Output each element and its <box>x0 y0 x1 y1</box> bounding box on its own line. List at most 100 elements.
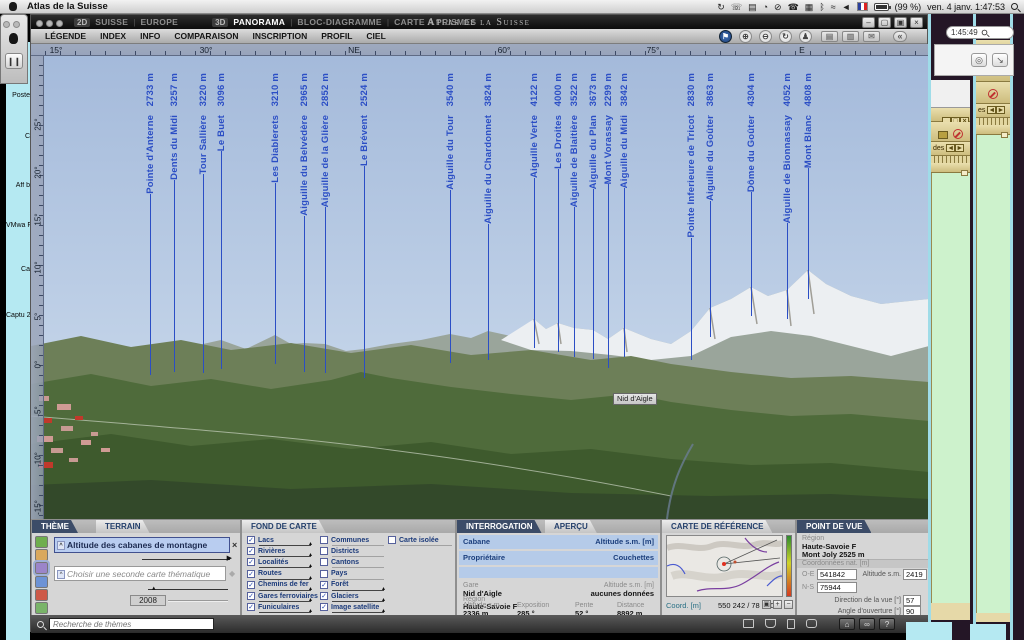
desktop-icon-label[interactable]: Poste <box>6 92 30 99</box>
traffic-dot-icon[interactable] <box>3 21 10 28</box>
menu-ciel[interactable]: CIEL <box>366 31 385 41</box>
reference-minimap[interactable] <box>666 535 783 597</box>
zoom-traffic-icon[interactable] <box>56 20 63 27</box>
second-theme-select[interactable]: ^ Choisir une seconde carte thématique <box>54 566 226 581</box>
layer-opacity-slider[interactable]: ▴ <box>332 601 384 602</box>
restore-button[interactable]: ▣ <box>894 17 907 28</box>
desktop-icon-label[interactable]: Aff b <box>6 182 30 189</box>
battery-icon[interactable] <box>874 3 889 11</box>
menu-index[interactable]: INDEX <box>100 31 126 41</box>
close-traffic-icon[interactable] <box>36 20 43 27</box>
minimize-traffic-icon[interactable] <box>46 20 53 27</box>
bg-right-arrow[interactable]: ► <box>996 106 1005 114</box>
panel-layout-icon[interactable]: ▤ <box>821 31 838 42</box>
theme-transport-icon[interactable] <box>35 589 48 601</box>
bg-record-button[interactable]: ◎ <box>971 53 987 67</box>
menu-info[interactable]: INFO <box>140 31 160 41</box>
theme-energy-icon[interactable] <box>35 602 48 614</box>
desktop-icon-label[interactable]: Ca <box>6 266 30 273</box>
checkbox-cantons[interactable] <box>320 558 328 566</box>
expander-icon[interactable]: ^ <box>57 570 65 579</box>
theme-opacity-slider[interactable]: ▶ <box>142 559 230 560</box>
theme-buildings-icon[interactable] <box>35 549 48 561</box>
phone-icon[interactable]: ☏ <box>731 2 742 12</box>
checkbox-routes[interactable]: ✓ <box>247 570 255 578</box>
document-icon[interactable] <box>787 619 795 629</box>
traffic-dot-icon[interactable] <box>13 21 20 28</box>
checkbox-for-t[interactable]: ✓ <box>320 581 328 589</box>
direction-field[interactable] <box>903 595 921 606</box>
accessibility-icon[interactable]: ⊘ <box>774 2 782 12</box>
fit-extent-button[interactable]: ▣ <box>762 600 771 609</box>
checkbox-chemins-de-fer[interactable]: ✓ <box>247 581 255 589</box>
minimize-button[interactable]: – <box>862 17 875 28</box>
layer-opacity-slider[interactable]: ▴ <box>259 556 311 557</box>
checkbox-districts[interactable] <box>320 547 328 555</box>
zoom-in-icon[interactable]: ⊕ <box>739 30 752 43</box>
checkbox-gares-ferroviaires[interactable]: ✓ <box>247 592 255 600</box>
maximize-button[interactable]: ▢ <box>878 17 891 28</box>
desktop-icon-label[interactable]: Captu 2013- <box>6 312 30 319</box>
checkbox-funiculaires[interactable]: ✓ <box>247 603 255 611</box>
checkbox-glaciers[interactable]: ✓ <box>320 592 328 600</box>
wifi-icon[interactable]: ≈ <box>831 2 836 12</box>
badge-2d[interactable]: 2D <box>74 18 90 27</box>
pause-button[interactable]: ❙❙ <box>5 53 23 69</box>
checkbox-localit-s[interactable]: ✓ <box>247 558 255 566</box>
layer-opacity-slider[interactable]: ▴ <box>259 567 311 568</box>
apple-button-icon[interactable] <box>9 33 18 44</box>
expander-icon[interactable]: ^ <box>57 541 65 550</box>
screen-share-icon[interactable]: ▦ <box>805 2 814 12</box>
bg-arrow-button[interactable]: ↘ <box>992 53 1008 67</box>
observer-icon[interactable]: ♟ <box>799 30 812 43</box>
tab-apercu[interactable]: APERÇU <box>545 520 597 533</box>
oe-field[interactable] <box>817 569 857 580</box>
zoom-in-map-button[interactable]: + <box>773 600 782 609</box>
tab-theme[interactable]: THÈME <box>32 520 78 533</box>
favorites-icon[interactable] <box>806 619 817 628</box>
layer-opacity-slider[interactable]: ▴ <box>259 545 311 546</box>
checkbox-rivi-res[interactable]: ✓ <box>247 547 255 555</box>
layer-opacity-slider[interactable] <box>332 567 384 568</box>
spotlight-icon[interactable] <box>1011 3 1018 10</box>
tab-europe[interactable]: EUROPE <box>140 17 178 27</box>
menu-comparaison[interactable]: COMPARAISON <box>174 31 238 41</box>
checkbox-carte-isol-e[interactable] <box>388 536 396 544</box>
volume-icon[interactable]: ◄ <box>842 2 851 12</box>
pov-alt-field[interactable] <box>903 569 927 580</box>
collapse-panels-button[interactable]: « <box>893 31 907 42</box>
zoom-out-icon[interactable]: ⊖ <box>759 30 772 43</box>
layer-opacity-slider[interactable] <box>332 579 384 580</box>
checkbox-image-satellite[interactable]: ✓ <box>320 603 328 611</box>
layer-opacity-slider[interactable]: ▴ <box>259 612 311 613</box>
background-search-field[interactable]: 1:45:49 <box>946 26 1014 39</box>
tab-interrogation[interactable]: INTERROGATION <box>457 520 542 533</box>
layer-opacity-slider[interactable] <box>400 545 452 546</box>
year-field[interactable]: 2008 <box>130 595 166 606</box>
layer-opacity-slider[interactable]: ▴ <box>332 590 384 591</box>
folder-icon[interactable] <box>743 619 754 628</box>
desktop-icon-label[interactable]: C <box>6 133 30 140</box>
ns-field[interactable] <box>817 582 857 593</box>
menu-inscription[interactable]: INSCRIPTION <box>252 31 307 41</box>
theme-search-input[interactable] <box>49 618 214 630</box>
time-machine-icon[interactable]: ◔ <box>763 2 768 12</box>
layer-opacity-slider[interactable] <box>332 545 384 546</box>
checkbox-pays[interactable] <box>320 570 328 578</box>
theme-nature-icon[interactable] <box>35 536 48 548</box>
apple-menu-icon[interactable] <box>9 2 17 11</box>
menu-l-gende[interactable]: LÉGENDE <box>45 31 86 41</box>
layer-opacity-slider[interactable]: ▴ <box>259 590 311 591</box>
panorama-view[interactable]: 15°30°NE60°75°E 25°20°15°10°5°0°-5°-10°-… <box>31 44 929 519</box>
rotate-view-icon[interactable]: ↻ <box>779 30 792 43</box>
zoom-out-map-button[interactable]: − <box>784 600 793 609</box>
display-icon[interactable]: ▤ <box>748 2 757 12</box>
keyboard-layout-flag-icon[interactable] <box>857 2 868 11</box>
sync-icon[interactable]: ↻ <box>717 2 725 12</box>
export-icon[interactable] <box>765 619 776 628</box>
layer-opacity-slider[interactable]: ▴ <box>332 612 384 613</box>
panel-columns-icon[interactable]: ▥ <box>842 31 859 42</box>
home-button[interactable]: ⌂ <box>839 618 855 630</box>
marker-flag-icon[interactable]: ⚑ <box>719 30 732 43</box>
bg-left-arrow[interactable]: ◄ <box>946 144 955 152</box>
